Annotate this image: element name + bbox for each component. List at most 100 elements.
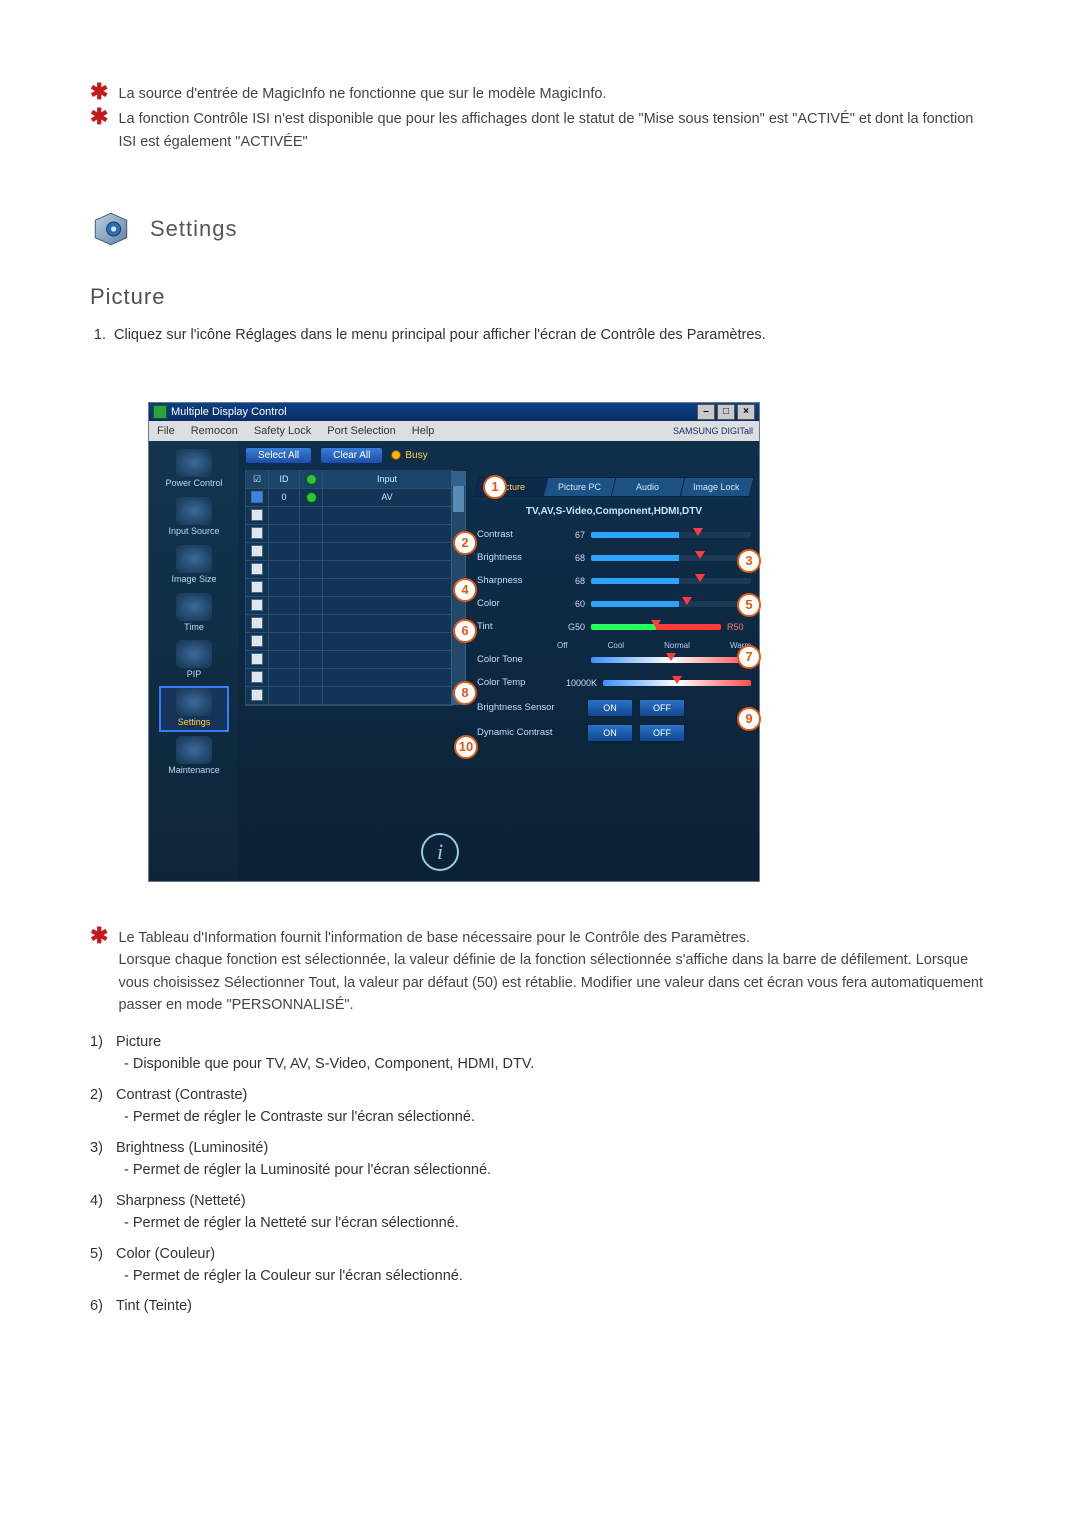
- intro-list: Cliquez sur l'icône Réglages dans le men…: [110, 324, 990, 346]
- brightness-value: 68: [557, 553, 585, 563]
- table-row[interactable]: [246, 687, 452, 705]
- settings-icon: [176, 688, 212, 716]
- colortone-labels: Off Cool Normal Warm: [557, 641, 751, 650]
- menu-portselection[interactable]: Port Selection: [327, 425, 395, 437]
- tabs-row: Picture Picture PC Audio Image Lock: [477, 477, 751, 497]
- table-row[interactable]: [246, 597, 452, 615]
- list-item: 3) Brightness (Luminosité) - Permet de r…: [90, 1137, 990, 1182]
- dyncontrast-label: Dynamic Contrast: [477, 727, 581, 738]
- sidebar-item-input[interactable]: Input Source: [159, 495, 229, 541]
- colortone-slider[interactable]: [591, 657, 751, 663]
- row-checkbox[interactable]: [251, 689, 263, 701]
- list-item: 4) Sharpness (Netteté) - Permet de régle…: [90, 1190, 990, 1235]
- col-id-header[interactable]: ID: [269, 470, 300, 489]
- sidebar-item-maintenance[interactable]: Maintenance: [159, 734, 229, 780]
- app-screenshot: Multiple Display Control – □ × File Remo…: [148, 402, 990, 882]
- sidebar-item-time[interactable]: Time: [159, 591, 229, 637]
- col-status-header[interactable]: [300, 470, 323, 489]
- row-checkbox[interactable]: [251, 653, 263, 665]
- clear-all-button[interactable]: Clear All: [320, 447, 383, 464]
- row-input: AV: [323, 488, 452, 507]
- row-checkbox[interactable]: [251, 671, 263, 683]
- tint-row: Tint G50 R50: [477, 618, 751, 636]
- menu-file[interactable]: File: [157, 425, 175, 437]
- dyncontrast-on[interactable]: ON: [587, 724, 633, 742]
- row-checkbox[interactable]: [251, 563, 263, 575]
- contrast-row: Contrast 67: [477, 526, 751, 544]
- tint-slider[interactable]: [591, 624, 721, 630]
- sharpness-slider[interactable]: [591, 578, 751, 584]
- select-all-button[interactable]: Select All: [245, 447, 312, 464]
- row-checkbox[interactable]: [251, 599, 263, 611]
- tab-picture-pc[interactable]: Picture PC: [542, 477, 616, 497]
- time-icon: [176, 593, 212, 621]
- table-row[interactable]: [246, 543, 452, 561]
- dyncontrast-off[interactable]: OFF: [639, 724, 685, 742]
- maintenance-icon: [176, 736, 212, 764]
- menu-help[interactable]: Help: [412, 425, 435, 437]
- contrast-slider[interactable]: [591, 532, 751, 538]
- menu-safetylock[interactable]: Safety Lock: [254, 425, 311, 437]
- table-row[interactable]: [246, 579, 452, 597]
- table-row[interactable]: [246, 633, 452, 651]
- callout-6: 6: [453, 619, 477, 643]
- minimize-button[interactable]: –: [697, 404, 715, 420]
- table-row[interactable]: [246, 525, 452, 543]
- col-input-header[interactable]: Input: [323, 470, 452, 489]
- sidebar-item-settings[interactable]: Settings: [159, 686, 229, 732]
- color-label: Color: [477, 598, 551, 609]
- table-row[interactable]: [246, 615, 452, 633]
- tint-label: Tint: [477, 621, 551, 632]
- titlebar: Multiple Display Control – □ ×: [149, 403, 759, 421]
- brightsensor-off[interactable]: OFF: [639, 699, 685, 717]
- close-button[interactable]: ×: [737, 404, 755, 420]
- callout-4: 4: [453, 578, 477, 602]
- row-checkbox[interactable]: [251, 509, 263, 521]
- info-icon: i: [421, 833, 459, 871]
- sidebar-item-power[interactable]: Power Control: [159, 447, 229, 493]
- list-item: 6) Tint (Teinte): [90, 1295, 990, 1317]
- row-checkbox[interactable]: [251, 581, 263, 593]
- maximize-button[interactable]: □: [717, 404, 735, 420]
- image-size-icon: [176, 545, 212, 573]
- menubar: File Remocon Safety Lock Port Selection …: [149, 421, 759, 441]
- sharpness-row: Sharpness 68: [477, 572, 751, 590]
- color-slider[interactable]: [591, 601, 751, 607]
- numbered-list: 1) Picture - Disponible que pour TV, AV,…: [90, 1031, 990, 1318]
- table-row[interactable]: [246, 669, 452, 687]
- star-icon: ✱: [90, 108, 108, 126]
- center-panel: Select All Clear All Busy ☑ ID Input: [239, 441, 469, 881]
- list-item: 5) Color (Couleur) - Permet de régler la…: [90, 1243, 990, 1288]
- callout-9: 9: [737, 707, 761, 731]
- brightsensor-row: Brightness Sensor ON OFF: [477, 699, 751, 717]
- brightsensor-on[interactable]: ON: [587, 699, 633, 717]
- scroll-up-button[interactable]: [452, 472, 465, 486]
- tab-audio[interactable]: Audio: [611, 477, 685, 497]
- tab-image-lock[interactable]: Image Lock: [679, 477, 753, 497]
- status-header-icon: [306, 474, 317, 485]
- star-icon: ✱: [90, 927, 108, 945]
- window-title: Multiple Display Control: [171, 406, 697, 418]
- row-checkbox[interactable]: [251, 545, 263, 557]
- row-checkbox[interactable]: [251, 617, 263, 629]
- colortemp-slider[interactable]: [603, 680, 751, 686]
- app-window: Multiple Display Control – □ × File Remo…: [148, 402, 760, 882]
- tint-r: R50: [727, 622, 751, 632]
- menu-remocon[interactable]: Remocon: [191, 425, 238, 437]
- sidebar-item-imagesize[interactable]: Image Size: [159, 543, 229, 589]
- app-icon: [153, 405, 167, 419]
- row-checkbox[interactable]: [251, 635, 263, 647]
- table-row[interactable]: [246, 651, 452, 669]
- table-row[interactable]: [246, 507, 452, 525]
- row-checkbox[interactable]: [251, 491, 263, 503]
- row-checkbox[interactable]: [251, 527, 263, 539]
- sharpness-value: 68: [557, 576, 585, 586]
- scroll-thumb[interactable]: [453, 486, 464, 512]
- brightness-slider[interactable]: [591, 555, 751, 561]
- colortemp-row: Color Temp 10000K: [477, 674, 751, 692]
- table-row[interactable]: [246, 561, 452, 579]
- sidebar-item-pip[interactable]: PIP: [159, 638, 229, 684]
- table-row[interactable]: 0 AV: [246, 489, 452, 507]
- intro-item: Cliquez sur l'icône Réglages dans le men…: [110, 324, 990, 346]
- col-check-header[interactable]: ☑: [246, 470, 269, 489]
